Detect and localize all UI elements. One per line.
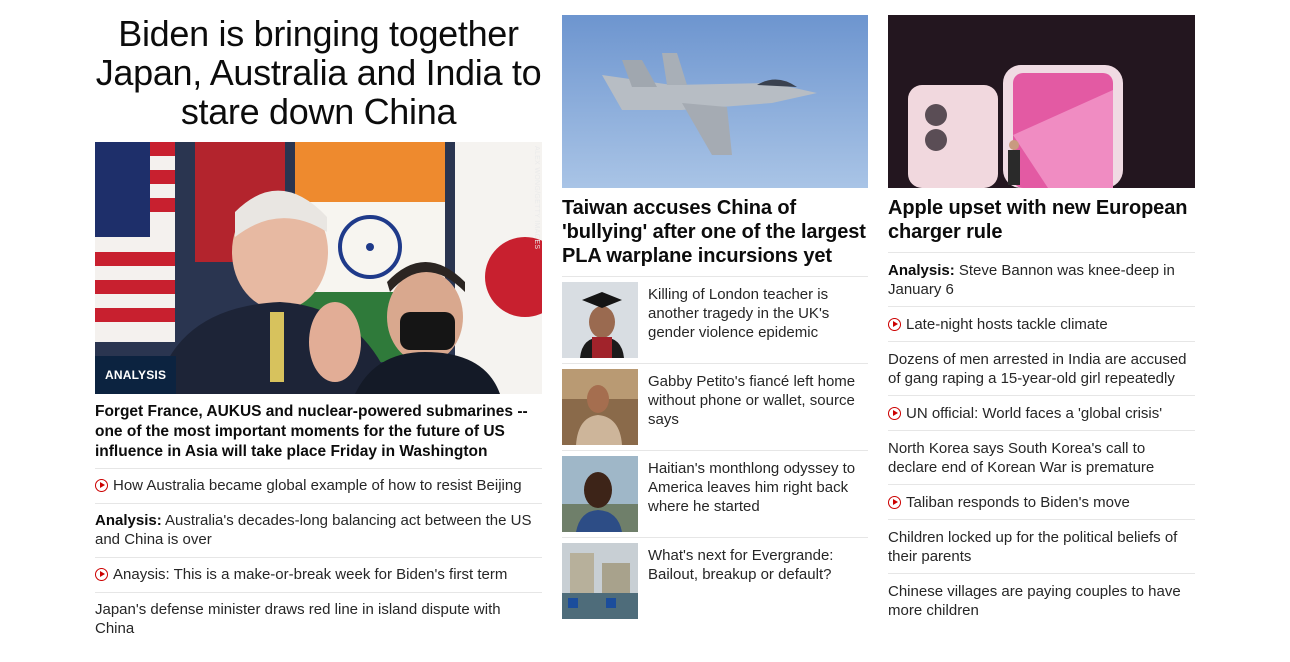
analysis-label: Analysis: [888, 262, 955, 279]
list-item[interactable]: Chinese villages are paying couples to h… [888, 573, 1195, 627]
list-item-text[interactable]: Japan's defense minister draws red line … [95, 601, 501, 637]
list-item-text[interactable]: Children locked up for the political bel… [888, 529, 1177, 565]
list-item[interactable]: UN official: World faces a 'global crisi… [888, 395, 1195, 430]
list-item[interactable]: What's next for Evergrande: Bailout, bre… [562, 537, 868, 624]
list-item[interactable]: Late-night hosts tackle climate [888, 306, 1195, 341]
analysis-label: Analysis: [95, 512, 162, 529]
photo-credit: ALEX WONG/GETTY IMAGES [533, 146, 540, 250]
fighter-jet-photo [562, 15, 868, 188]
list-item-text[interactable]: Taliban responds to Biden's move [906, 494, 1130, 511]
list-item-text[interactable]: Late-night hosts tackle climate [906, 316, 1108, 333]
play-video-icon [95, 479, 108, 492]
right-column: Apple upset with new European charger ru… [888, 15, 1195, 627]
right-headline[interactable]: Apple upset with new European charger ru… [888, 196, 1195, 244]
list-item[interactable]: Children locked up for the political bel… [888, 519, 1195, 573]
list-item[interactable]: How Australia became global example of h… [95, 468, 542, 503]
play-video-icon [888, 318, 901, 331]
list-item-text[interactable]: How Australia became global example of h… [113, 477, 522, 494]
list-item-text[interactable]: Dozens of men arrested in India are accu… [888, 351, 1187, 387]
main-story-image[interactable]: ALEX WONG/GETTY IMAGES ANALYSIS [95, 142, 542, 394]
list-item[interactable]: Dozens of men arrested in India are accu… [888, 341, 1195, 395]
list-item-text[interactable]: Chinese villages are paying couples to h… [888, 583, 1181, 619]
main-lede-link[interactable]: Forget France, AUKUS and nuclear-powered… [95, 402, 542, 462]
thumbnail-graduate[interactable] [562, 282, 638, 358]
list-item[interactable]: Haitian's monthlong odyssey to America l… [562, 450, 868, 537]
main-headline[interactable]: Biden is bringing together Japan, Austra… [95, 14, 542, 131]
list-item[interactable]: Japan's defense minister draws red line … [95, 592, 542, 646]
play-video-icon [95, 568, 108, 581]
list-item-text[interactable]: UN official: World faces a 'global crisi… [906, 405, 1162, 422]
iphone-stage-photo [888, 15, 1195, 188]
thumbnail-haitian-man[interactable] [562, 456, 638, 532]
list-item[interactable]: North Korea says South Korea's call to d… [888, 430, 1195, 484]
list-item-text[interactable]: Haitian's monthlong odyssey to America l… [638, 456, 868, 532]
list-item-text[interactable]: What's next for Evergrande: Bailout, bre… [638, 543, 868, 619]
analysis-badge: ANALYSIS [95, 356, 177, 394]
list-item-text[interactable]: Anaysis: This is a make-or-break week fo… [113, 566, 507, 583]
list-item-text[interactable]: Gabby Petito's fiancé left home without … [638, 369, 868, 445]
list-item[interactable]: Analysis: Steve Bannon was knee-deep in … [888, 252, 1195, 306]
warplane-image[interactable] [562, 15, 868, 188]
main-story-column: Biden is bringing together Japan, Austra… [95, 14, 542, 646]
list-item[interactable]: Killing of London teacher is another tra… [562, 276, 868, 363]
thumbnail-evergrande-site[interactable] [562, 543, 638, 619]
list-item[interactable]: Anaysis: This is a make-or-break week fo… [95, 557, 542, 592]
apple-event-image[interactable] [888, 15, 1195, 188]
list-item-text[interactable]: North Korea says South Korea's call to d… [888, 440, 1154, 476]
list-item-text[interactable]: Killing of London teacher is another tra… [638, 282, 868, 358]
list-item[interactable]: Analysis: Australia's decades-long balan… [95, 503, 542, 557]
list-item[interactable]: Gabby Petito's fiancé left home without … [562, 363, 868, 450]
middle-column: Taiwan accuses China of 'bullying' after… [562, 15, 868, 624]
play-video-icon [888, 407, 901, 420]
list-item[interactable]: Taliban responds to Biden's move [888, 484, 1195, 519]
thumbnail-man-outdoors[interactable] [562, 369, 638, 445]
play-video-icon [888, 496, 901, 509]
middle-headline[interactable]: Taiwan accuses China of 'bullying' after… [562, 196, 868, 268]
